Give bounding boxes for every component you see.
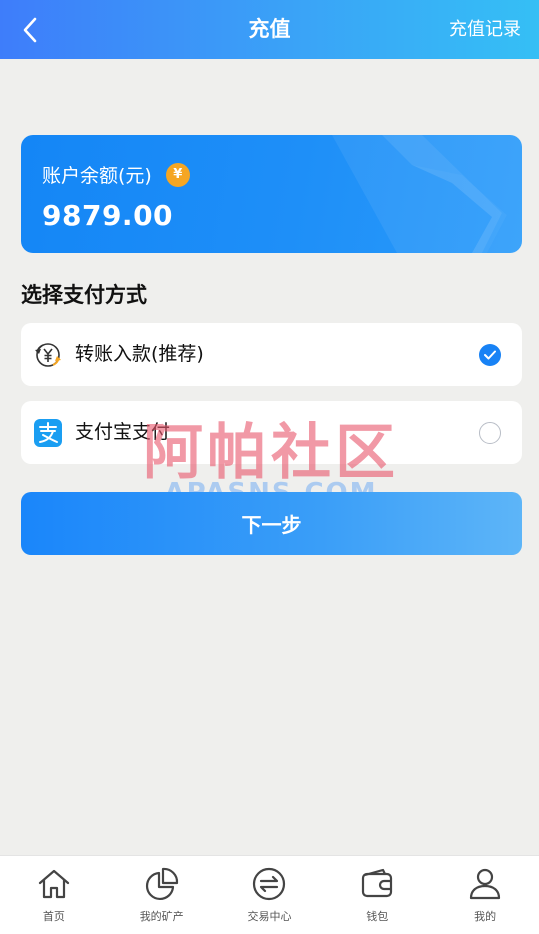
wallet-icon (362, 868, 393, 898)
user-icon (469, 868, 501, 900)
nav-label: 我的 (474, 910, 497, 923)
yuan-coin-icon: ¥ (165, 162, 190, 187)
nav-item-home[interactable]: 首页 (0, 856, 108, 934)
pie-chart-icon (145, 867, 178, 900)
radio-checked-icon[interactable] (479, 344, 501, 366)
nav-item-my-mining[interactable]: 我的矿产 (108, 856, 216, 934)
balance-card: 账户余额(元) ¥ 9879.00 (21, 135, 522, 253)
bank-transfer-icon (35, 343, 61, 367)
nav-item-trade-center[interactable]: 交易中心 (216, 856, 324, 934)
nav-label: 我的矿产 (139, 910, 184, 923)
home-icon (38, 869, 69, 899)
nav-label: 首页 (42, 910, 65, 923)
exchange-icon (253, 867, 286, 901)
back-button[interactable] (14, 14, 46, 46)
payment-section-title: 选择支付方式 (21, 283, 147, 307)
recharge-record-link[interactable]: 充值记录 (449, 0, 521, 59)
nav-item-wallet[interactable]: 钱包 (323, 856, 431, 934)
next-step-button[interactable]: 下一步 (21, 492, 522, 555)
balance-amount: 9879.00 (42, 199, 174, 232)
top-header: 充值 充值记录 (0, 0, 539, 59)
nav-label: 钱包 (366, 910, 389, 923)
balance-label-row: 账户余额(元) ¥ (42, 161, 190, 188)
payment-option-alipay[interactable]: 支付宝支付 (21, 401, 522, 464)
payment-option-label: 转账入款(推荐) (75, 343, 204, 365)
chevron-left-icon (23, 17, 37, 43)
radio-unchecked-icon[interactable] (479, 422, 501, 444)
balance-label: 账户余额(元) (42, 165, 152, 187)
alipay-icon (34, 419, 62, 447)
nav-item-mine[interactable]: 我的 (431, 856, 539, 934)
payment-option-label: 支付宝支付 (75, 421, 171, 443)
bottom-nav: 首页 我的矿产 交易中心 钱包 我的 (0, 855, 539, 934)
nav-label: 交易中心 (247, 910, 292, 923)
payment-option-transfer[interactable]: 转账入款(推荐) (21, 323, 522, 386)
card-decoration-icon (332, 135, 522, 253)
